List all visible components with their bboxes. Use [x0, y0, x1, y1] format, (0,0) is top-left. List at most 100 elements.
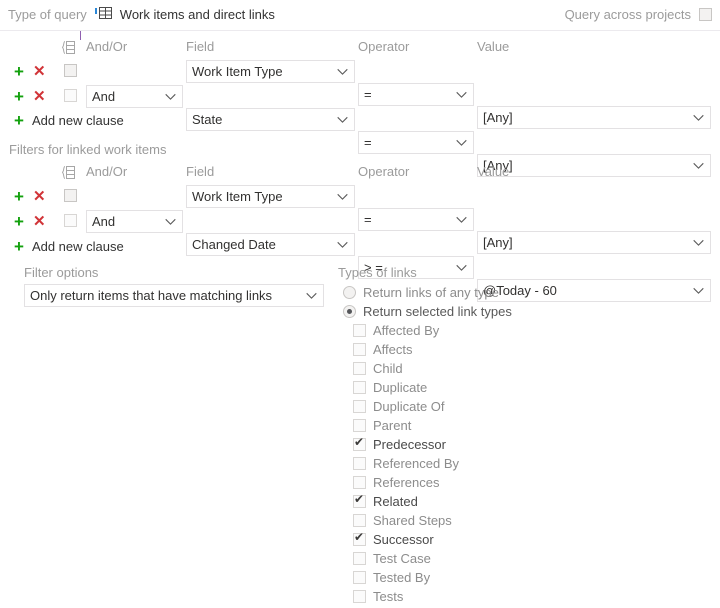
row-select-checkbox[interactable] — [64, 89, 77, 102]
types-of-links-group: Types of links Return links of any type … — [338, 265, 638, 606]
list-item[interactable]: References — [353, 473, 638, 492]
plus-icon: + — [14, 111, 24, 130]
link-type-checkbox[interactable] — [353, 343, 366, 356]
radio-return-links-any-type[interactable]: Return links of any type — [343, 283, 638, 302]
andor-dropdown-value: And — [92, 214, 116, 229]
link-type-label: Duplicate — [373, 380, 428, 395]
table-row: + ✕ Work Item Type = [Any] — [0, 185, 720, 254]
link-type-checkbox[interactable] — [353, 590, 366, 603]
link-type-checkbox[interactable] — [353, 571, 366, 584]
chevron-down-icon — [306, 292, 317, 299]
query-across-projects-group[interactable]: Query across projects — [565, 7, 712, 22]
column-header-andor: And/Or — [86, 164, 128, 179]
row-select-checkbox[interactable] — [64, 189, 77, 202]
radio-icon[interactable] — [343, 286, 356, 299]
list-item[interactable]: Duplicate — [353, 378, 638, 397]
list-item[interactable]: Tests — [353, 587, 638, 606]
add-new-clause-button-linked[interactable]: + Add new clause — [14, 238, 124, 255]
list-item[interactable]: Tested By — [353, 568, 638, 587]
link-type-checkbox[interactable] — [353, 514, 366, 527]
link-type-label: Parent — [373, 418, 412, 433]
plus-icon: + — [14, 237, 24, 256]
radio-label: Return links of any type — [363, 285, 499, 300]
list-item[interactable]: Duplicate Of — [353, 397, 638, 416]
linked-section-heading-row: Filters for linked work items — [0, 142, 720, 164]
link-type-checkbox[interactable] — [353, 457, 366, 470]
grid-table-icon — [94, 7, 112, 22]
query-type-group: Type of query Work items and direct link… — [8, 7, 275, 22]
column-header-field: Field — [186, 39, 215, 54]
link-type-checkbox[interactable] — [353, 436, 366, 451]
table-row: + ✕ Work Item Type = [Any] — [0, 60, 720, 129]
list-item[interactable]: Predecessor — [353, 435, 638, 454]
filter-options-group: Filter options Only return items that ha… — [24, 265, 324, 307]
filter-options-dropdown[interactable]: Only return items that have matching lin… — [24, 284, 324, 307]
column-header-value: Value — [477, 164, 510, 179]
list-item[interactable]: Shared Steps — [353, 511, 638, 530]
delete-clause-icon[interactable]: ✕ — [33, 88, 46, 105]
delete-clause-icon[interactable]: ✕ — [33, 213, 46, 230]
top-clause-grid: And/Or Field Operator Value + ✕ Work Ite… — [0, 39, 720, 177]
list-item[interactable]: Affects — [353, 340, 638, 359]
link-type-checkbox[interactable] — [353, 362, 366, 375]
link-type-label: Shared Steps — [373, 513, 452, 528]
list-item[interactable]: Child — [353, 359, 638, 378]
link-type-checkbox[interactable] — [353, 552, 366, 565]
row-select-checkbox[interactable] — [64, 64, 77, 77]
delete-clause-icon[interactable]: ✕ — [33, 188, 46, 205]
list-item[interactable]: Successor — [353, 530, 638, 549]
add-clause-icon[interactable]: + — [14, 63, 24, 80]
link-type-checkbox[interactable] — [353, 381, 366, 394]
type-of-query-label: Type of query — [8, 7, 87, 22]
field-dropdown-value: Work Item Type — [192, 189, 283, 204]
row-select-checkbox[interactable] — [64, 214, 77, 227]
list-item[interactable]: Parent — [353, 416, 638, 435]
linked-section-heading: Filters for linked work items — [9, 142, 167, 157]
andor-dropdown-value: And — [92, 89, 116, 104]
list-item[interactable]: Test Case — [353, 549, 638, 568]
query-across-projects-checkbox[interactable] — [699, 8, 712, 21]
header-divider — [0, 30, 720, 31]
column-header-operator: Operator — [358, 39, 410, 54]
group-clauses-icon[interactable] — [61, 41, 75, 57]
link-type-checkbox[interactable] — [353, 400, 366, 413]
list-item[interactable]: Related — [353, 492, 638, 511]
andor-dropdown[interactable]: And — [86, 85, 183, 108]
andor-dropdown[interactable]: And — [86, 210, 183, 233]
query-type-value[interactable]: Work items and direct links — [120, 7, 275, 22]
top-clause-header-row: And/Or Field Operator Value — [0, 39, 720, 60]
add-clause-icon[interactable]: + — [14, 88, 24, 105]
field-dropdown[interactable]: Work Item Type — [186, 60, 355, 83]
link-type-label: Affects — [373, 342, 413, 357]
link-type-label: Child — [373, 361, 403, 376]
link-type-checkbox[interactable] — [353, 493, 366, 508]
radio-return-selected-link-types[interactable]: Return selected link types — [343, 302, 638, 321]
table-row: + ✕ And Changed Date > = @Today - 60 — [0, 210, 720, 302]
list-item[interactable]: Affected By — [353, 321, 638, 340]
delete-clause-icon[interactable]: ✕ — [33, 63, 46, 80]
radio-icon[interactable] — [343, 305, 356, 318]
list-item[interactable]: Referenced By — [353, 454, 638, 473]
link-type-label: Successor — [373, 532, 434, 547]
column-header-andor: And/Or — [86, 39, 128, 54]
group-clauses-icon[interactable] — [61, 166, 75, 182]
chevron-down-icon — [337, 68, 348, 75]
link-types-checkbox-list: Affected By Affects Child Duplicate Dupl… — [338, 321, 638, 606]
add-clause-icon[interactable]: + — [14, 188, 24, 205]
field-dropdown[interactable]: Work Item Type — [186, 185, 355, 208]
linked-clause-grid: Filters for linked work items And/Or Fie… — [0, 142, 720, 302]
link-type-checkbox[interactable] — [353, 476, 366, 489]
column-header-operator: Operator — [358, 164, 410, 179]
radio-label: Return selected link types — [363, 304, 512, 319]
add-new-clause-row-linked: + Add new clause — [0, 235, 720, 261]
link-type-checkbox[interactable] — [353, 531, 366, 546]
field-dropdown-value: Work Item Type — [192, 64, 283, 79]
add-clause-icon[interactable]: + — [14, 213, 24, 230]
lower-panes: Filter options Only return items that ha… — [0, 265, 720, 608]
link-type-label: Affected By — [373, 323, 440, 338]
link-type-label: Related — [373, 494, 418, 509]
add-new-clause-button[interactable]: + Add new clause — [14, 112, 124, 129]
link-type-checkbox[interactable] — [353, 419, 366, 432]
link-type-label: Tested By — [373, 570, 431, 585]
link-type-checkbox[interactable] — [353, 324, 366, 337]
